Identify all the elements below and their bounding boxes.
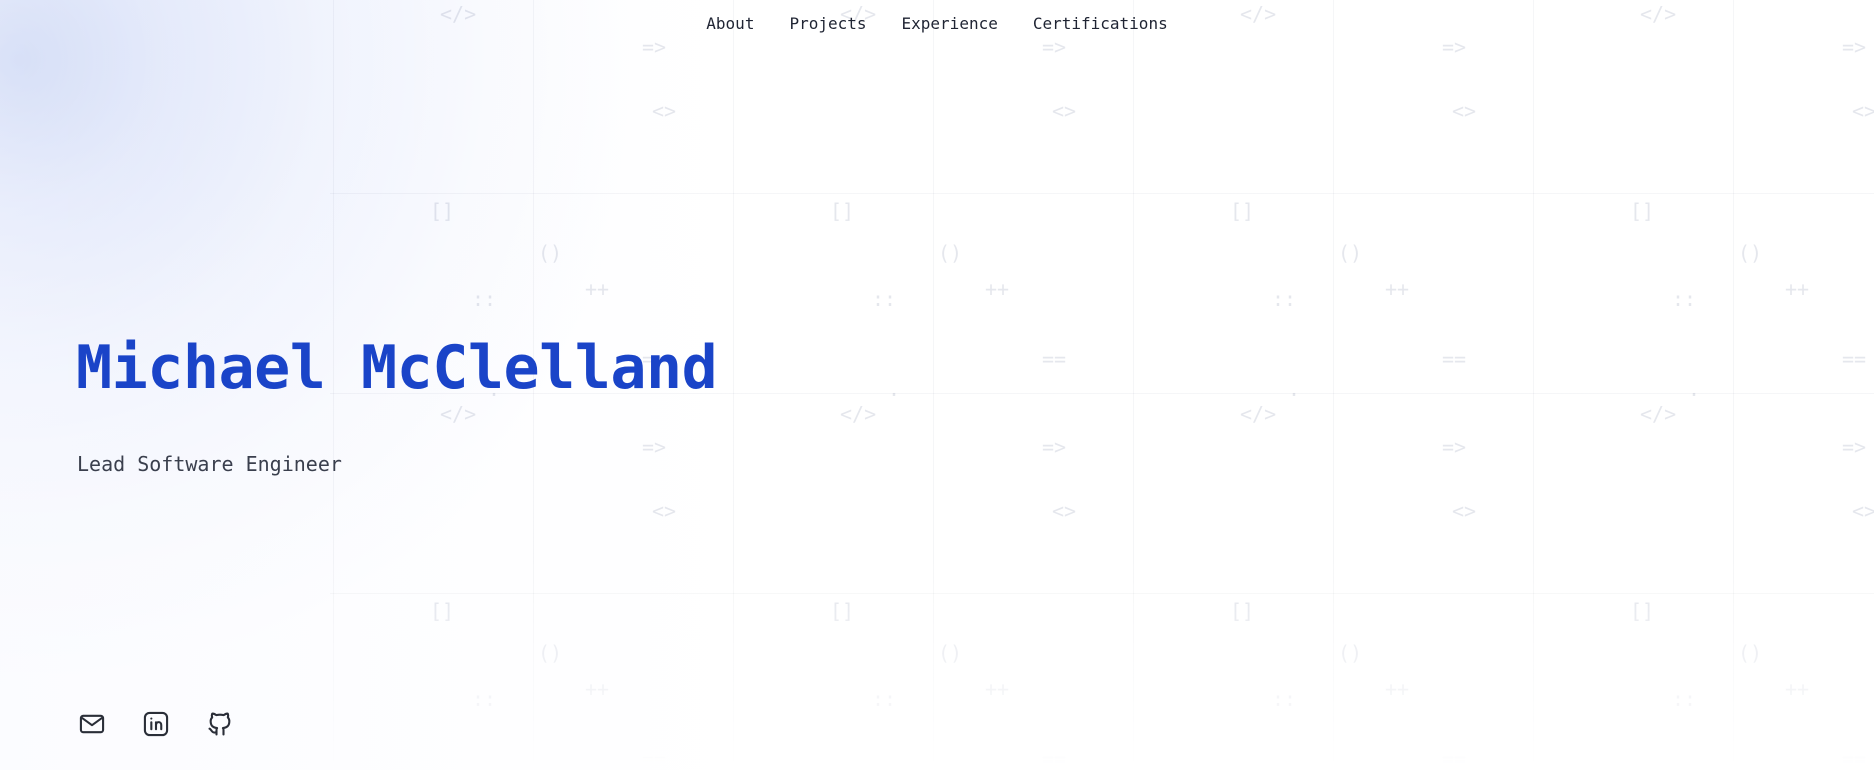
nav-about[interactable]: About [704, 8, 756, 39]
github-icon [208, 712, 231, 736]
email-link[interactable] [78, 710, 106, 738]
portfolio-page: </>=><>[]()++::==.</>=><>[]()++::==.</>=… [0, 0, 1874, 770]
nav-projects[interactable]: Projects [787, 8, 868, 39]
mail-icon [79, 714, 105, 734]
hero-job-title: Lead Software Engineer [77, 452, 342, 476]
top-nav: About Projects Experience Certifications [0, 8, 1874, 39]
linkedin-link[interactable] [142, 710, 170, 738]
nav-experience[interactable]: Experience [900, 8, 1000, 39]
github-link[interactable] [206, 710, 234, 738]
social-links [78, 710, 234, 738]
linkedin-icon [143, 711, 169, 737]
hero-name: Michael McClelland [76, 333, 718, 403]
nav-certifications[interactable]: Certifications [1031, 8, 1170, 39]
